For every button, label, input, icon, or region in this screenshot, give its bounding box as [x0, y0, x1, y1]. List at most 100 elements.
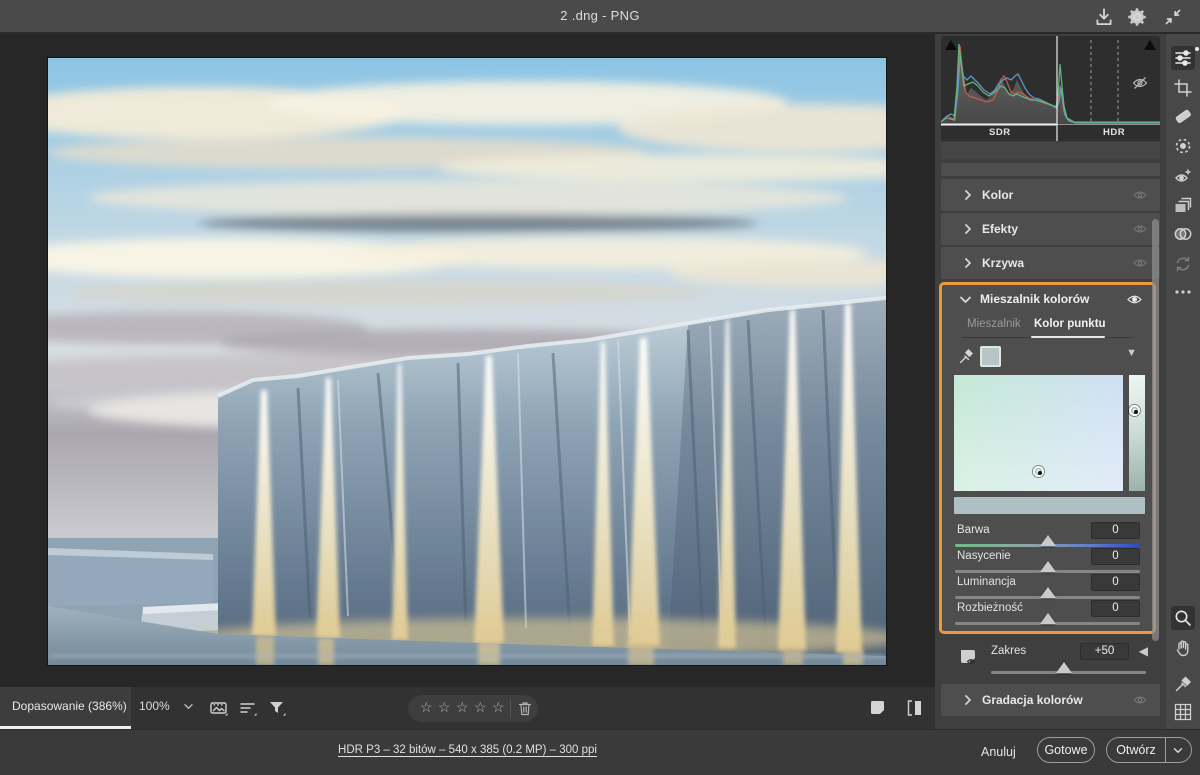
zakres-track[interactable]	[991, 671, 1146, 674]
filmstrip-bar: Dopasowanie (386%) 100% ☆ ☆	[0, 687, 935, 729]
slider-track[interactable]	[955, 596, 1140, 599]
masking-tool-icon[interactable]	[1173, 136, 1193, 156]
strip-selector[interactable]	[1129, 405, 1140, 416]
slider-thumb[interactable]	[1040, 613, 1056, 624]
current-color-swatch[interactable]	[980, 346, 1001, 367]
tab-mieszalnik[interactable]: Mieszalnik	[967, 318, 1021, 330]
panel-scrollbar[interactable]	[1152, 219, 1159, 641]
file-info-link[interactable]: HDR P3 – 32 bitów – 540 x 385 (0.2 MP) –…	[0, 744, 935, 756]
slider-value[interactable]: 0	[1091, 522, 1140, 539]
chevron-down-icon[interactable]	[184, 703, 193, 710]
cancel-button[interactable]: Anuluj	[973, 740, 1024, 764]
open-button-label[interactable]: Otwórz	[1107, 738, 1165, 762]
open-split-button[interactable]: Otwórz	[1106, 737, 1192, 763]
section-efekty[interactable]: Efekty	[941, 213, 1160, 245]
crop-tool-icon[interactable]	[1173, 78, 1193, 98]
save-download-icon[interactable]	[1093, 6, 1115, 28]
hand-tool-icon[interactable]	[1173, 638, 1193, 658]
zoom-level[interactable]: 100%	[139, 699, 170, 713]
slider-track[interactable]	[955, 544, 1140, 547]
section-kolor[interactable]: Kolor	[941, 179, 1160, 211]
section-label: Gradacja kolorów	[982, 693, 1083, 707]
profiles-icon[interactable]	[1173, 224, 1193, 244]
slider-label: Rozbieżność	[957, 602, 1023, 614]
slider-nasycenie: Nasycenie 0	[942, 549, 1153, 575]
healing-tool-icon[interactable]	[1173, 106, 1193, 126]
tab-dopasowanie[interactable]: Dopasowanie (386%)	[0, 687, 131, 729]
chevron-right-icon	[963, 190, 973, 200]
tab-kolor-punktu[interactable]: Kolor punktu	[1034, 318, 1106, 330]
sort-order-icon[interactable]	[238, 698, 258, 718]
star-icon[interactable]: ☆	[492, 699, 505, 716]
star-icon[interactable]: ☆	[456, 699, 469, 716]
star-icon[interactable]: ☆	[474, 699, 487, 716]
slider-barwa: Barwa 0	[942, 523, 1153, 549]
eye-icon[interactable]	[1133, 223, 1147, 235]
section-gradacja[interactable]: Gradacja kolorów	[941, 684, 1160, 716]
zakres-thumb[interactable]	[1056, 662, 1072, 673]
slider-value[interactable]: 0	[1091, 600, 1140, 617]
trash-icon[interactable]	[518, 701, 532, 716]
slider-value[interactable]: 0	[1091, 574, 1140, 591]
more-options-icon[interactable]	[1173, 282, 1193, 302]
mixer-title: Mieszalnik kolorów	[980, 292, 1089, 306]
settings-gear-icon[interactable]	[1126, 6, 1148, 28]
sdr-label: SDR	[989, 127, 1011, 138]
slider-luminancja: Luminancja 0	[942, 575, 1153, 601]
eye-icon[interactable]	[1127, 293, 1142, 306]
slider-value[interactable]: 0	[1091, 548, 1140, 565]
chevron-right-icon	[963, 695, 973, 705]
star-icon[interactable]: ☆	[420, 699, 433, 716]
edit-sliders-icon[interactable]	[1171, 46, 1195, 70]
slider-label: Luminancja	[957, 576, 1016, 588]
eyedropper-icon[interactable]	[958, 347, 974, 365]
star-icon[interactable]: ☆	[438, 699, 451, 716]
section-krzywa[interactable]: Krzywa	[941, 247, 1160, 279]
done-button[interactable]: Gotowe	[1037, 737, 1095, 763]
eye-icon[interactable]	[1133, 694, 1147, 706]
slider-thumb[interactable]	[1040, 535, 1056, 546]
edit-active-dot	[1195, 47, 1199, 51]
color-picker-field[interactable]	[954, 375, 1123, 491]
section-label: Krzywa	[982, 256, 1024, 270]
photo-glacier-waterfalls[interactable]	[48, 58, 886, 665]
mixer-header[interactable]: Mieszalnik kolorów	[942, 285, 1153, 315]
filmstrip-view-icon[interactable]	[209, 698, 229, 718]
point-color-row: ▼	[942, 343, 1153, 373]
saturation-strip[interactable]	[1129, 375, 1145, 491]
before-after-split-icon[interactable]	[905, 698, 925, 718]
slider-thumb[interactable]	[1040, 587, 1056, 598]
collapse-window-icon[interactable]	[1162, 6, 1184, 28]
edit-panel: SDR HDR Kolor Efekty	[935, 34, 1166, 775]
histogram-info-strip	[941, 142, 1160, 159]
presets-panel-icon[interactable]	[1173, 195, 1193, 215]
preview-toggle-icon[interactable]	[868, 698, 888, 718]
zoom-tool-icon[interactable]	[1171, 606, 1195, 630]
color-mixer-panel: Mieszalnik kolorów Mieszalnik Kolor punk…	[939, 282, 1156, 634]
bottom-bar: HDR P3 – 32 bitów – 540 x 385 (0.2 MP) –…	[0, 729, 1200, 775]
eye-icon[interactable]	[1133, 189, 1147, 201]
grid-overlay-icon[interactable]	[1173, 702, 1193, 722]
hdr-label: HDR	[1103, 127, 1125, 138]
picker-selector[interactable]	[1033, 466, 1044, 477]
zakres-value[interactable]: +50	[1080, 643, 1129, 660]
image-canvas[interactable]	[0, 34, 935, 687]
slider-track[interactable]	[955, 622, 1140, 625]
eye-icon[interactable]	[1133, 257, 1147, 269]
range-visualize-icon[interactable]	[959, 648, 978, 667]
red-eye-tool-icon[interactable]	[1173, 166, 1193, 186]
zakres-row: Zakres +50 ◀	[941, 638, 1160, 680]
collapse-left-triangle-icon[interactable]: ◀	[1139, 644, 1148, 658]
histogram[interactable]: SDR HDR	[941, 36, 1160, 141]
filter-icon[interactable]	[267, 698, 287, 718]
color-sampler-icon[interactable]	[1173, 674, 1193, 694]
tool-strip	[1166, 34, 1200, 775]
chevron-down-icon[interactable]	[1173, 747, 1183, 754]
dropdown-triangle-icon[interactable]: ▼	[1126, 347, 1137, 359]
tab-label: Dopasowanie (386%)	[12, 699, 127, 713]
scrolled-section-sliver	[941, 163, 1160, 176]
slider-thumb[interactable]	[1040, 561, 1056, 572]
slider-track[interactable]	[955, 570, 1140, 573]
sync-settings-icon[interactable]	[1173, 254, 1193, 274]
hdr-preview-eye-off-icon[interactable]	[1132, 76, 1148, 90]
